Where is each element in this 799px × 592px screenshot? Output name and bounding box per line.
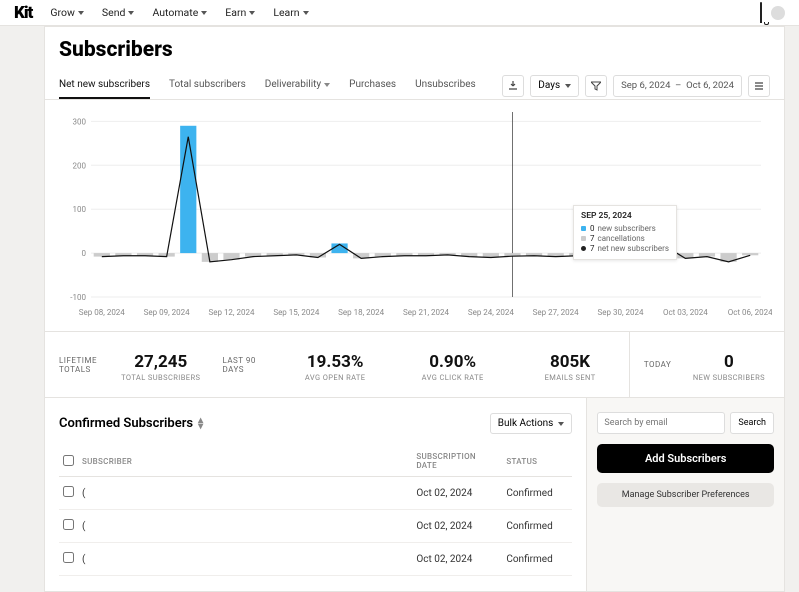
nav-automate[interactable]: Automate [152, 6, 207, 19]
svg-text:Oct 06, 2024: Oct 06, 2024 [728, 308, 772, 317]
table-row[interactable]: (Oct 02, 2024Confirmed [59, 543, 572, 576]
stat-open-rate: 19.53%AVG OPEN RATE [276, 347, 393, 382]
page-title: Subscribers [59, 38, 770, 62]
svg-text:Sep 09, 2024: Sep 09, 2024 [144, 308, 191, 317]
svg-text:-100: -100 [70, 293, 86, 302]
svg-text:Sep 27, 2024: Sep 27, 2024 [533, 308, 580, 317]
sort-icon: ▴▾ [198, 418, 203, 430]
svg-text:100: 100 [73, 205, 87, 214]
confirmed-subscribers-title[interactable]: Confirmed Subscribers ▴▾ [59, 416, 203, 431]
stat-click-rate: 0.90%AVG CLICK RATE [394, 347, 511, 382]
svg-text:Sep 24, 2024: Sep 24, 2024 [468, 308, 515, 317]
notifications-icon[interactable] [760, 3, 762, 22]
tooltip-row: 0new subscribers [581, 224, 669, 233]
stat-today-new: 0NEW SUBSCRIBERS [674, 347, 784, 382]
search-input[interactable] [597, 412, 725, 434]
chevron-down-icon [128, 11, 134, 15]
row-checkbox[interactable] [63, 519, 74, 530]
tab-purchases[interactable]: Purchases [349, 72, 396, 99]
stat-total-subscribers: 27,245 TOTAL SUBSCRIBERS [113, 347, 208, 382]
col-date: SUBSCRIPTION DATE [412, 446, 502, 477]
chart-tooltip: SEP 25, 2024 0new subscribers7cancellati… [573, 205, 677, 260]
svg-text:Sep 15, 2024: Sep 15, 2024 [273, 308, 320, 317]
stat-emails-sent: 805KEMAILS SENT [511, 347, 628, 382]
col-status: STATUS [502, 446, 572, 477]
date-range-picker[interactable]: Sep 6, 2024 – Oct 6, 2024 [613, 75, 742, 97]
svg-text:300: 300 [73, 117, 87, 126]
add-subscribers-button[interactable]: Add Subscribers [597, 444, 774, 473]
col-subscriber: SUBSCRIBER [78, 446, 412, 477]
row-checkbox[interactable] [63, 552, 74, 563]
search-button[interactable]: Search [730, 412, 774, 434]
menu-icon[interactable] [748, 75, 770, 97]
select-all-checkbox[interactable] [63, 455, 74, 466]
tooltip-row: 7cancellations [581, 234, 669, 243]
bulk-actions-dropdown[interactable]: Bulk Actions [490, 413, 573, 434]
tab-deliverability[interactable]: Deliverability [265, 72, 330, 99]
svg-text:Sep 08, 2024: Sep 08, 2024 [79, 308, 126, 317]
today-label: TODAY [630, 360, 674, 369]
tooltip-row: 7net new subscribers [581, 244, 669, 253]
last90-label: LAST 90 DAYS [208, 356, 276, 374]
stats-row: LIFETIME TOTALS 27,245 TOTAL SUBSCRIBERS… [45, 331, 784, 397]
tab-net-new-subscribers[interactable]: Net new subscribers [59, 72, 150, 99]
brand-logo[interactable]: Kit [14, 3, 32, 23]
avatar[interactable] [771, 6, 785, 20]
svg-text:Sep 12, 2024: Sep 12, 2024 [208, 308, 255, 317]
subscribers-table: SUBSCRIBER SUBSCRIPTION DATE STATUS (Oct… [59, 446, 572, 576]
row-checkbox[interactable] [63, 486, 74, 497]
filter-icon[interactable] [585, 75, 607, 97]
lifetime-label: LIFETIME TOTALS [45, 356, 113, 374]
svg-text:200: 200 [73, 161, 87, 170]
download-icon[interactable] [502, 75, 524, 97]
nav-grow[interactable]: Grow [50, 6, 84, 19]
top-nav: Kit Grow Send Automate Earn Learn [0, 0, 799, 26]
tab-unsubscribes[interactable]: Unsubscribes [415, 72, 476, 99]
svg-text:Sep 18, 2024: Sep 18, 2024 [338, 308, 385, 317]
svg-text:Oct 03, 2024: Oct 03, 2024 [663, 308, 708, 317]
table-row[interactable]: (Oct 02, 2024Confirmed [59, 510, 572, 543]
chart-container: -100 0 100 200 300 Sep 08, 2024 Sep 09, 2024 Se… [45, 100, 784, 331]
tab-total-subscribers[interactable]: Total subscribers [169, 72, 246, 99]
main-panel: Subscribers Net new subscribers Total sub… [44, 26, 785, 592]
tabs-row: Net new subscribers Total subscribers Deli… [45, 62, 784, 100]
chevron-down-icon [324, 83, 330, 87]
svg-text:Sep 21, 2024: Sep 21, 2024 [403, 308, 450, 317]
svg-text:0: 0 [82, 249, 87, 258]
chevron-down-icon [249, 11, 255, 15]
nav-learn[interactable]: Learn [273, 6, 308, 19]
svg-text:Sep 30, 2024: Sep 30, 2024 [598, 308, 645, 317]
chevron-down-icon [78, 11, 84, 15]
manage-preferences-button[interactable]: Manage Subscriber Preferences [597, 483, 774, 507]
granularity-select[interactable]: Days [530, 75, 579, 97]
table-row[interactable]: (Oct 02, 2024Confirmed [59, 477, 572, 510]
chevron-down-icon [303, 11, 309, 15]
nav-earn[interactable]: Earn [225, 6, 255, 19]
chevron-down-icon [201, 11, 207, 15]
nav-send[interactable]: Send [102, 6, 135, 19]
